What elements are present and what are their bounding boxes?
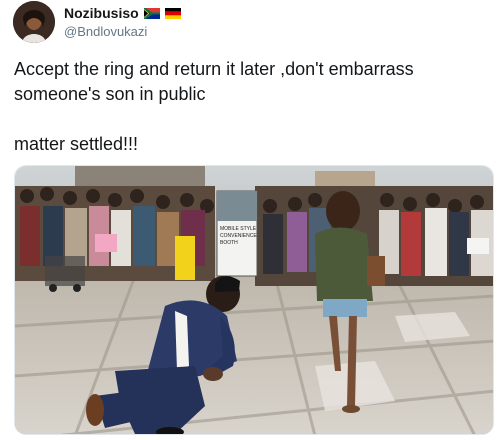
tweet-card: Nozibusiso @Bndlovukazi Accept the ring … bbox=[0, 0, 501, 440]
sign-line-3: BOOTH bbox=[220, 240, 238, 246]
sign-line-1: MOBILE STYLE bbox=[220, 226, 257, 232]
user-avatar[interactable] bbox=[13, 1, 55, 43]
proposal-photo: MOBILE STYLE CONVENIENCE BOOTH bbox=[15, 166, 493, 434]
user-handle[interactable]: @Bndlovukazi bbox=[64, 24, 147, 39]
germany-flag-icon bbox=[164, 7, 181, 19]
display-name[interactable]: Nozibusiso bbox=[64, 5, 139, 21]
avatar-portrait-icon bbox=[13, 1, 55, 43]
south-africa-flag-icon bbox=[143, 7, 160, 19]
display-name-row: Nozibusiso bbox=[64, 5, 181, 21]
tweet-text: Accept the ring and return it later ,don… bbox=[14, 59, 414, 154]
tweet-photo[interactable]: MOBILE STYLE CONVENIENCE BOOTH bbox=[14, 165, 494, 435]
sign-line-2: CONVENIENCE bbox=[220, 233, 257, 239]
